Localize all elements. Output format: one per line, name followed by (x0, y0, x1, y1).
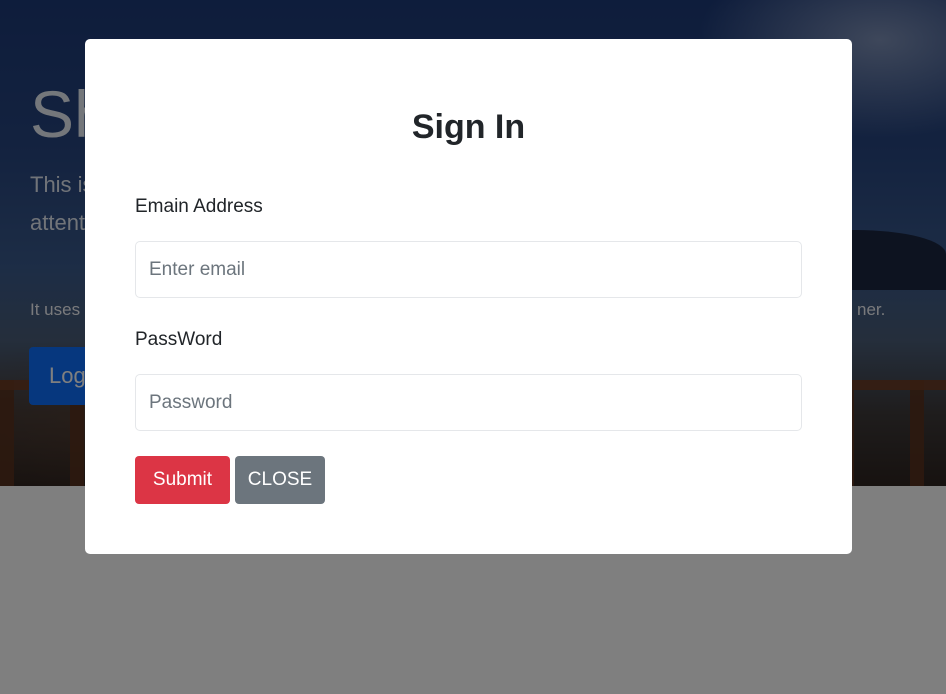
close-button[interactable]: CLOSE (235, 456, 325, 504)
password-label: PassWord (135, 329, 223, 350)
submit-button[interactable]: Submit (135, 456, 230, 504)
email-field[interactable] (135, 241, 802, 298)
email-label: Emain Address (135, 196, 263, 217)
password-field[interactable] (135, 374, 802, 431)
sign-in-modal: Sign In Emain Address PassWord Submit CL… (85, 39, 852, 554)
modal-title: Sign In (411, 108, 526, 146)
